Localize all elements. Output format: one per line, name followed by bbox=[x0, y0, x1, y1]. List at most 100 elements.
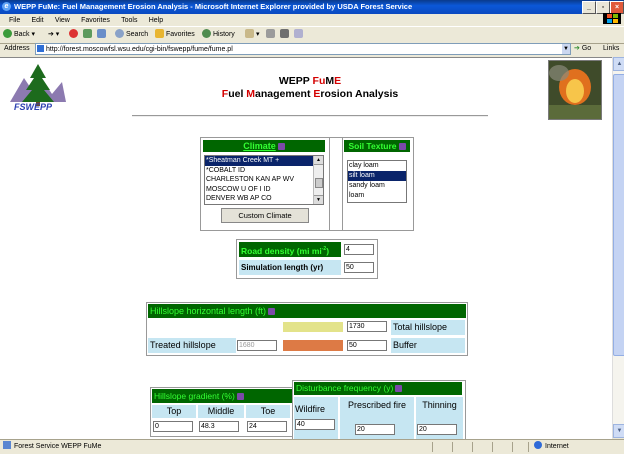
scroll-up-arrow-icon[interactable]: ▲ bbox=[314, 156, 323, 165]
window-titlebar: e WEPP FuMe: Fuel Management Erosion Ana… bbox=[0, 0, 624, 14]
climate-help-icon[interactable] bbox=[277, 143, 285, 150]
go-button[interactable]: ➔ Go bbox=[574, 42, 591, 55]
go-arrow-icon: ➔ bbox=[574, 45, 580, 52]
history-button[interactable]: History bbox=[202, 27, 235, 43]
address-input[interactable]: http://forest.moscowfsl.wsu.edu/cgi-bin/… bbox=[35, 43, 571, 55]
logo-text: FSWEPP bbox=[14, 102, 53, 112]
climate-soil-table: Climate *Sheatman Creek MT + *COBALT ID … bbox=[200, 137, 414, 231]
internet-zone: Internet bbox=[534, 440, 569, 454]
disturbance-help-icon[interactable] bbox=[395, 385, 403, 392]
hillslope-length-header: Hillslope horizontal length (ft) bbox=[148, 304, 466, 318]
menu-help[interactable]: Help bbox=[149, 17, 163, 24]
address-dropdown-arrow[interactable]: ▼ bbox=[562, 44, 570, 54]
address-label: Address bbox=[4, 45, 30, 52]
menu-view[interactable]: View bbox=[55, 17, 70, 24]
climate-list[interactable]: *Sheatman Creek MT + *COBALT ID CHARLEST… bbox=[204, 155, 324, 205]
refresh-icon bbox=[83, 29, 92, 38]
gradient-toe-input[interactable] bbox=[247, 421, 287, 432]
total-hillslope-bar bbox=[283, 322, 343, 332]
soil-help-icon[interactable] bbox=[398, 143, 406, 150]
favorites-icon bbox=[155, 29, 164, 38]
menu-tools[interactable]: Tools bbox=[121, 17, 137, 24]
discuss-icon bbox=[294, 29, 303, 38]
gradient-help-icon[interactable] bbox=[236, 393, 244, 400]
status-text: Forest Service WEPP FuMe bbox=[14, 443, 102, 450]
print-button[interactable] bbox=[266, 27, 277, 43]
scrollbar-thumb[interactable] bbox=[613, 74, 624, 356]
fire-photo bbox=[548, 60, 602, 120]
print-icon bbox=[266, 29, 275, 38]
soil-option[interactable]: clay loam bbox=[348, 161, 406, 171]
home-button[interactable] bbox=[97, 27, 108, 43]
gradient-col-middle: Middle bbox=[198, 405, 244, 418]
mail-button[interactable]: ▾ bbox=[245, 27, 260, 43]
fswepp-logo[interactable]: FSWEPP bbox=[10, 62, 66, 114]
disturbance-col-wildfire: Wildfire bbox=[294, 397, 338, 439]
simulation-length-input[interactable] bbox=[344, 262, 374, 273]
address-bar: Address http://forest.moscowfsl.wsu.edu/… bbox=[0, 42, 624, 55]
mail-icon bbox=[245, 29, 254, 38]
edit-icon bbox=[280, 29, 289, 38]
total-hillslope-label: Total hillslope bbox=[391, 320, 465, 335]
custom-climate-button[interactable]: Custom Climate bbox=[221, 208, 309, 223]
climate-option[interactable]: DENVER WB AP CO bbox=[205, 194, 323, 204]
prescribed-fire-input[interactable] bbox=[355, 424, 395, 435]
soil-list[interactable]: clay loam silt loam sandy loam loam bbox=[347, 160, 407, 203]
climate-header: Climate bbox=[203, 140, 325, 152]
buffer-input[interactable] bbox=[347, 340, 387, 351]
windows-flag-icon bbox=[603, 13, 621, 24]
search-button[interactable]: Search bbox=[115, 27, 148, 43]
simulation-length-label: Simulation length (yr) bbox=[239, 260, 341, 275]
thinning-input[interactable] bbox=[417, 424, 457, 435]
home-icon bbox=[97, 29, 106, 38]
page-content: FSWEPP WEPP FuME Fuel Management Erosion… bbox=[0, 57, 612, 439]
soil-option[interactable]: sandy loam bbox=[348, 181, 406, 191]
disturbance-header: Disturbance frequency (y) bbox=[294, 382, 462, 395]
climate-list-scrollbar[interactable]: ▲ ▼ bbox=[313, 156, 323, 204]
scroll-thumb[interactable] bbox=[315, 178, 323, 188]
total-hillslope-input[interactable] bbox=[347, 321, 387, 332]
status-bar: Forest Service WEPP FuMe Internet bbox=[0, 439, 624, 454]
disturbance-table: Disturbance frequency (y) Wildfire Presc… bbox=[292, 380, 466, 439]
climate-option[interactable]: MOSCOW U OF I ID bbox=[205, 185, 323, 195]
scroll-down-arrow-icon[interactable]: ▼ bbox=[314, 195, 323, 204]
wildfire-input[interactable] bbox=[295, 419, 335, 430]
soil-option[interactable]: loam bbox=[348, 191, 406, 201]
treated-hillslope-input[interactable] bbox=[237, 340, 277, 351]
gradient-col-toe: Toe bbox=[246, 405, 290, 418]
links-button[interactable]: Links bbox=[603, 42, 619, 55]
horizontal-rule bbox=[132, 115, 488, 117]
stop-icon bbox=[69, 29, 78, 38]
discuss-button[interactable] bbox=[294, 27, 305, 43]
scroll-up-icon[interactable]: ▲ bbox=[613, 57, 624, 71]
favorites-button[interactable]: Favorites bbox=[155, 27, 195, 43]
climate-option[interactable]: CHARLESTON KAN AP WV bbox=[205, 175, 323, 185]
stop-button[interactable] bbox=[69, 27, 80, 43]
scroll-down-icon[interactable]: ▼ bbox=[613, 424, 624, 438]
back-button[interactable]: Back ▾ bbox=[3, 27, 35, 43]
hillslope-length-table: Hillslope horizontal length (ft) Total h… bbox=[146, 302, 468, 356]
edit-button[interactable] bbox=[280, 27, 291, 43]
refresh-button[interactable] bbox=[83, 27, 94, 43]
fire-image bbox=[549, 61, 601, 119]
gradient-table: Hillslope gradient (%) Top Middle Toe bbox=[150, 387, 294, 437]
gradient-col-top: Top bbox=[152, 405, 196, 418]
page-scrollbar[interactable]: ▲ ▼ bbox=[612, 57, 624, 438]
hillslope-length-help-icon[interactable] bbox=[268, 308, 276, 315]
climate-option[interactable]: *COBALT ID bbox=[205, 166, 323, 176]
menu-favorites[interactable]: Favorites bbox=[81, 17, 110, 24]
gradient-middle-input[interactable] bbox=[199, 421, 239, 432]
menu-file[interactable]: File bbox=[9, 17, 20, 24]
soil-option[interactable]: silt loam bbox=[348, 171, 406, 181]
menu-edit[interactable]: Edit bbox=[32, 17, 44, 24]
page-title: WEPP FuME Fuel Management Erosion Analys… bbox=[150, 75, 470, 101]
soil-header: Soil Texture bbox=[344, 140, 410, 152]
forward-button[interactable]: ➔ ▾ bbox=[48, 27, 59, 43]
buffer-label: Buffer bbox=[391, 338, 465, 353]
road-density-input[interactable] bbox=[344, 244, 374, 255]
ie-icon: e bbox=[2, 2, 11, 11]
gradient-top-input[interactable] bbox=[153, 421, 193, 432]
climate-option[interactable]: *Sheatman Creek MT + bbox=[205, 156, 314, 166]
minimize-button[interactable]: _ bbox=[582, 1, 596, 14]
gradient-header: Hillslope gradient (%) bbox=[152, 389, 292, 403]
